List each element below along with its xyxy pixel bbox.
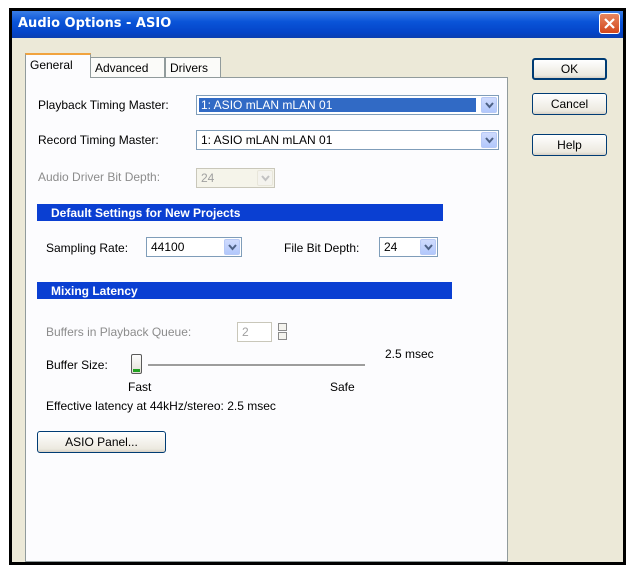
- title-bar[interactable]: Audio Options - ASIO: [12, 11, 623, 38]
- ok-button-label: OK: [560, 62, 579, 76]
- audio-driver-bit-depth-select[interactable]: 24: [196, 168, 275, 188]
- close-button[interactable]: [599, 13, 620, 34]
- tab-advanced-label: Advanced: [95, 61, 149, 75]
- chevron-down-icon[interactable]: [481, 97, 497, 113]
- asio-panel-button[interactable]: ASIO Panel...: [37, 431, 166, 453]
- tab-advanced[interactable]: Advanced: [90, 57, 165, 77]
- record-timing-master-value: 1: ASIO mLAN mLAN 01: [201, 133, 333, 147]
- file-bit-depth-select[interactable]: 24: [379, 237, 438, 257]
- asio-panel-button-label: ASIO Panel...: [65, 435, 138, 449]
- close-x-icon: [604, 18, 615, 29]
- chevron-down-icon[interactable]: [420, 239, 436, 255]
- help-button-label: Help: [557, 138, 582, 152]
- sampling-rate-value: 44100: [151, 240, 185, 254]
- sampling-rate-select[interactable]: 44100: [146, 237, 242, 257]
- help-button[interactable]: Help: [532, 134, 607, 156]
- buffer-size-label: Buffer Size:: [46, 358, 108, 372]
- file-bit-depth-label: File Bit Depth:: [284, 241, 360, 255]
- record-timing-master-label: Record Timing Master:: [38, 133, 159, 147]
- tab-drivers-label: Drivers: [170, 61, 208, 75]
- tab-drivers[interactable]: Drivers: [165, 57, 221, 77]
- spin-down-button[interactable]: [278, 332, 287, 340]
- spin-arrows-icon[interactable]: [278, 323, 287, 341]
- playback-timing-master-label: Playback Timing Master:: [38, 98, 169, 112]
- window-title: Audio Options - ASIO: [18, 16, 172, 31]
- default-settings-header: Default Settings for New Projects: [37, 204, 443, 221]
- chevron-down-icon[interactable]: [481, 132, 497, 148]
- record-timing-master-select[interactable]: 1: ASIO mLAN mLAN 01: [196, 130, 499, 150]
- buffers-in-playback-queue-value: 2: [242, 325, 249, 339]
- cancel-button[interactable]: Cancel: [532, 93, 607, 115]
- slider-safe-label: Safe: [330, 380, 355, 394]
- mixing-latency-header: Mixing Latency: [37, 282, 452, 299]
- playback-timing-master-select[interactable]: 1: ASIO mLAN mLAN 01: [196, 95, 499, 115]
- playback-timing-master-value: 1: ASIO mLAN mLAN 01: [199, 98, 476, 112]
- tab-general[interactable]: General: [25, 53, 91, 78]
- slider-fast-label: Fast: [128, 380, 152, 394]
- audio-driver-bit-depth-value: 24: [201, 171, 215, 185]
- sampling-rate-label: Sampling Rate:: [46, 241, 129, 255]
- buffer-size-slider-track[interactable]: [148, 364, 365, 367]
- tab-general-label: General: [30, 58, 73, 72]
- cancel-button-label: Cancel: [550, 97, 589, 111]
- chevron-down-icon[interactable]: [224, 239, 240, 255]
- buffers-in-playback-queue-input[interactable]: 2: [237, 322, 272, 342]
- audio-options-dialog: Audio Options - ASIO General Advanced Dr…: [12, 11, 623, 562]
- audio-driver-bit-depth-label: Audio Driver Bit Depth:: [38, 170, 161, 184]
- buffers-in-playback-queue-label: Buffers in Playback Queue:: [46, 325, 192, 339]
- effective-latency-text: Effective latency at 44kHz/stereo: 2.5 m…: [46, 399, 276, 413]
- buffer-size-slider-thumb[interactable]: [131, 354, 142, 374]
- spin-up-button[interactable]: [278, 323, 287, 331]
- file-bit-depth-value: 24: [384, 240, 398, 254]
- ok-button[interactable]: OK: [532, 58, 607, 80]
- chevron-down-icon: [257, 170, 273, 186]
- buffer-size-value: 2.5 msec: [385, 347, 434, 361]
